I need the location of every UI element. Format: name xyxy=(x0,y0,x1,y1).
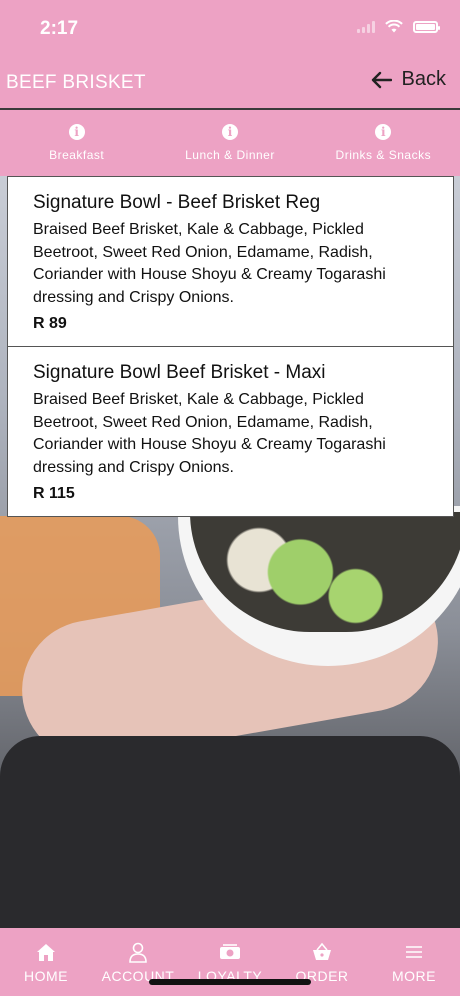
tab-breakfast[interactable]: i Breakfast xyxy=(0,110,153,176)
tab-label: Breakfast xyxy=(49,148,105,162)
basket-icon xyxy=(313,942,331,960)
back-label: Back xyxy=(401,68,446,90)
info-icon: i xyxy=(375,124,392,140)
tab-label: Drinks & Snacks xyxy=(335,148,432,162)
status-icons xyxy=(357,20,440,33)
menu-item-card[interactable]: Signature Bowl - Beef Brisket Reg Braise… xyxy=(7,176,454,347)
nav-home[interactable]: HOME xyxy=(0,928,92,996)
battery-icon xyxy=(413,20,440,33)
nav-order[interactable]: ORDER xyxy=(276,928,368,996)
loyalty-icon xyxy=(220,944,240,959)
home-icon xyxy=(37,944,55,961)
status-time: 2:17 xyxy=(40,18,79,39)
tab-lunch-dinner[interactable]: i Lunch & Dinner xyxy=(153,110,306,176)
info-icon: i xyxy=(221,124,238,140)
arrow-left-icon xyxy=(371,71,392,88)
status-bar: 2:17 xyxy=(0,0,460,56)
signal-icon xyxy=(357,20,375,33)
menu-item-description: Braised Beef Brisket, Kale & Cabbage, Pi… xyxy=(33,221,386,306)
menu-item-description: Braised Beef Brisket, Kale & Cabbage, Pi… xyxy=(33,391,386,476)
home-indicator xyxy=(149,979,311,985)
nav-label: HOME xyxy=(24,968,68,984)
nav-loyalty[interactable]: LOYALTY xyxy=(184,928,276,996)
menu-item-card[interactable]: Signature Bowl Beef Brisket - Maxi Brais… xyxy=(7,346,454,517)
info-icon: i xyxy=(68,124,85,140)
menu-item-price: R 115 xyxy=(33,485,75,502)
menu-icon xyxy=(406,946,422,958)
nav-label: MORE xyxy=(392,968,436,984)
wifi-icon xyxy=(385,20,403,33)
nav-more[interactable]: MORE xyxy=(368,928,460,996)
tab-drinks-snacks[interactable]: i Drinks & Snacks xyxy=(307,110,460,176)
bottom-nav: HOME ACCOUNT LOYALTY ORDER MORE xyxy=(0,928,460,996)
tab-label: Lunch & Dinner xyxy=(185,148,275,162)
header: BEEF BRISKET Back xyxy=(0,56,460,108)
page-title: BEEF BRISKET xyxy=(6,72,146,93)
back-button[interactable]: Back xyxy=(370,68,446,91)
category-tabs: i Breakfast i Lunch & Dinner i Drinks & … xyxy=(0,110,460,176)
nav-account[interactable]: ACCOUNT xyxy=(92,928,184,996)
person-icon xyxy=(129,942,147,963)
menu-item-title: Signature Bowl - Beef Brisket Reg xyxy=(33,192,321,213)
menu-item-title: Signature Bowl Beef Brisket - Maxi xyxy=(33,362,326,383)
menu-item-price: R 89 xyxy=(33,315,67,332)
